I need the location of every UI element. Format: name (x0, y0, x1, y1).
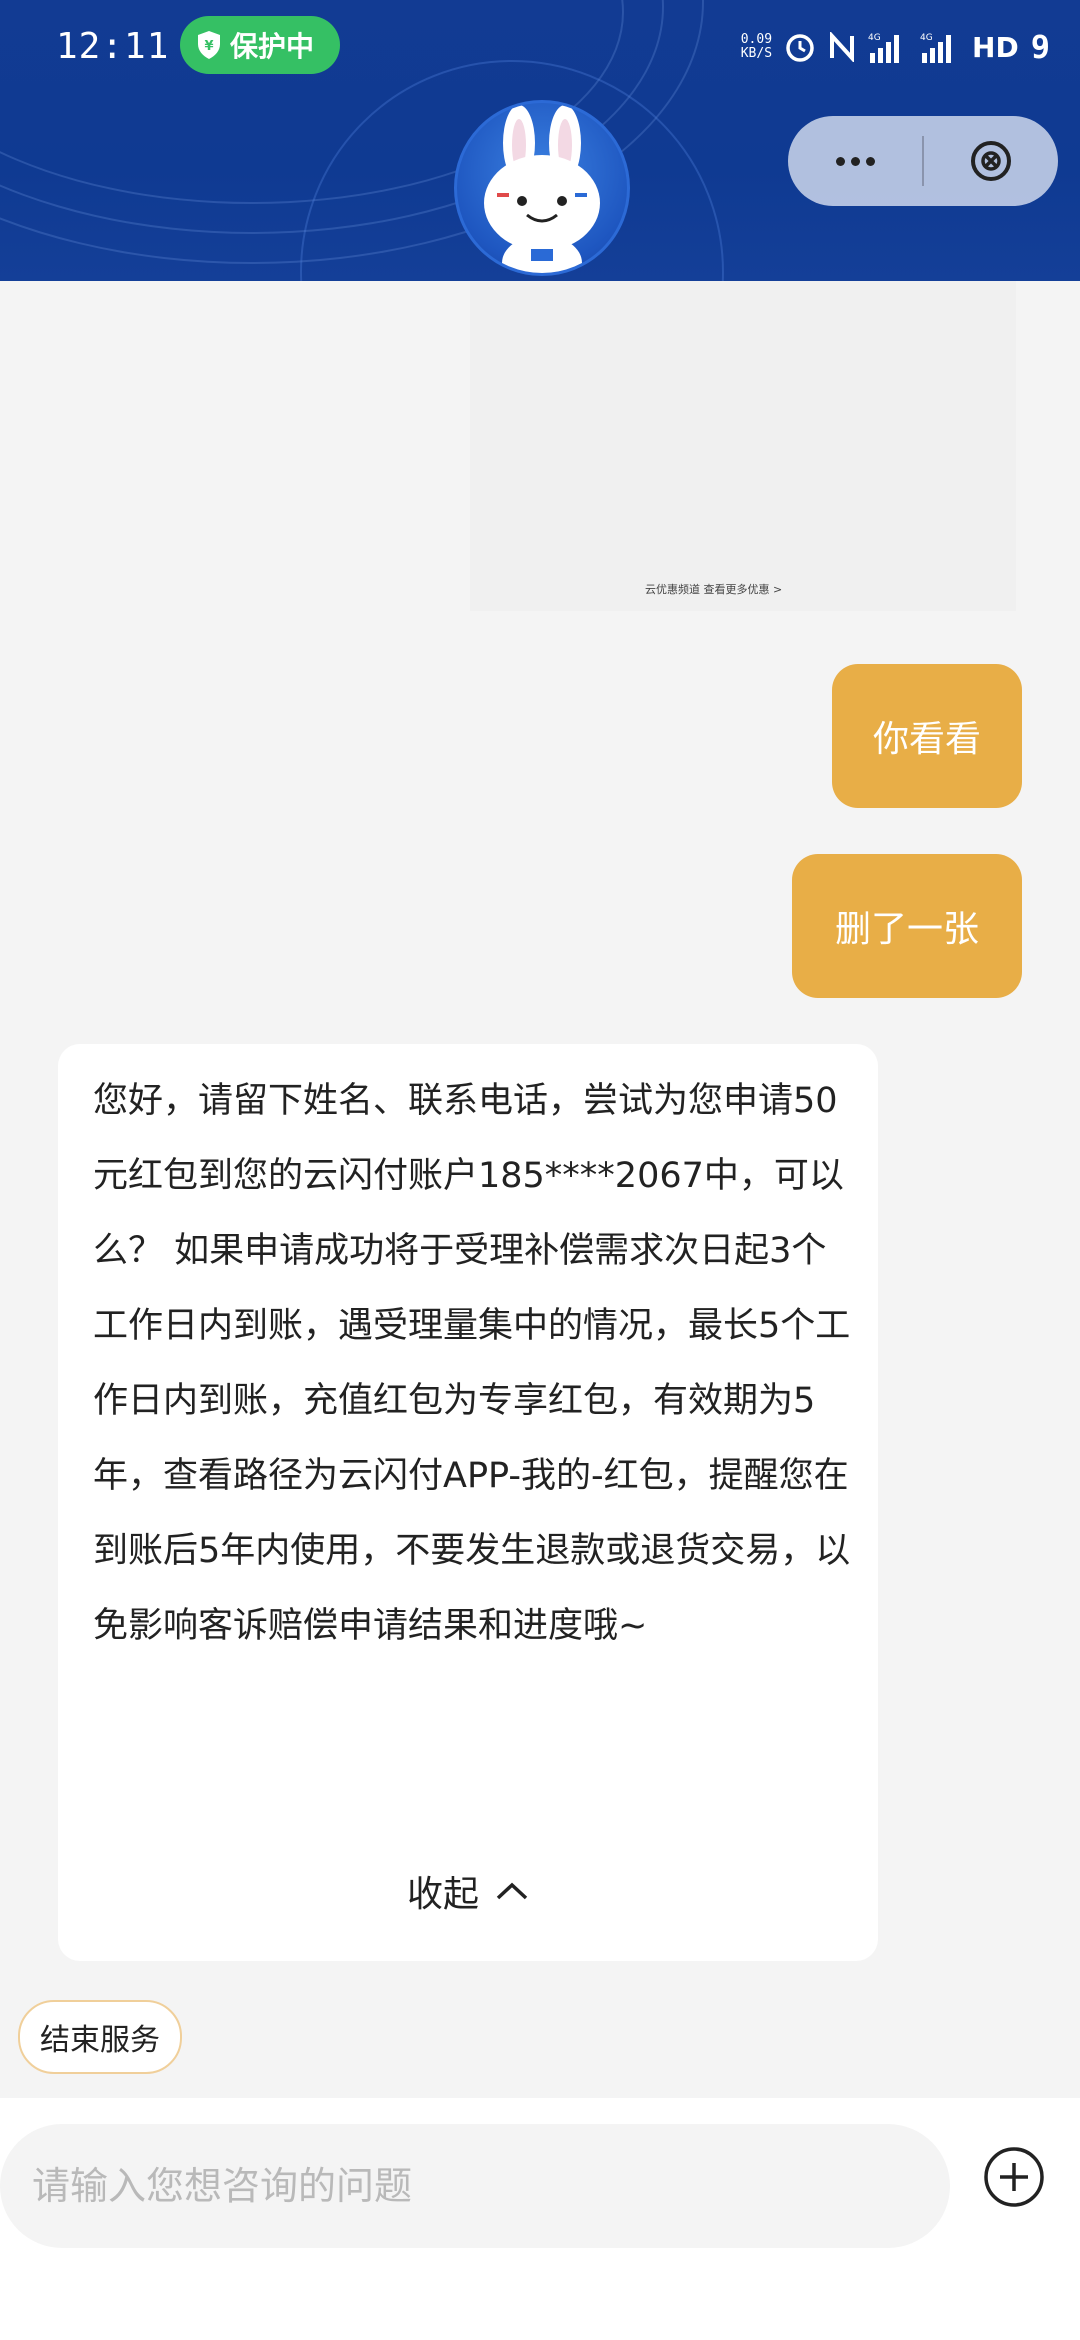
user-message: 你看看 (832, 664, 1022, 808)
assistant-avatar (454, 100, 630, 276)
status-icons: 0.09 KB/S 4G 4G HD 9 (741, 22, 1050, 72)
nfc-icon (830, 32, 855, 62)
add-button[interactable] (982, 2145, 1046, 2209)
assistant-message: 您好，请留下姓名、联系电话，尝试为您申请50元红包到您的云闪付账户185****… (58, 1044, 878, 1961)
battery-level: 9 (1030, 28, 1050, 66)
user-message: 删了一张 (792, 854, 1022, 998)
hd-label: HD (972, 30, 1019, 64)
end-service-label: 结束服务 (40, 2023, 160, 2058)
protect-label: 保护中 (230, 30, 315, 63)
protect-badge[interactable]: ¥ 保护中 (180, 16, 340, 74)
collapse-button[interactable]: 收起 (58, 1856, 878, 1926)
plus-circle-icon (984, 2147, 1044, 2207)
input-bar (0, 2098, 1080, 2340)
mini-program-capsule (788, 116, 1058, 206)
status-time: 12:11 (56, 26, 170, 67)
svg-text:¥: ¥ (204, 39, 213, 54)
question-input[interactable] (0, 2124, 950, 2248)
close-button[interactable] (924, 116, 1058, 206)
promo-card-caption: 云优惠频道 查看更多优惠 > (645, 583, 783, 596)
more-dot (835, 156, 845, 166)
user-message-text: 删了一张 (834, 909, 979, 950)
shield-icon: ¥ (198, 31, 220, 59)
chevron-up-icon (496, 1882, 528, 1900)
net-speed-unit: KB/S (740, 46, 773, 61)
user-message-text: 你看看 (872, 719, 981, 760)
close-circle-icon (971, 141, 1011, 181)
more-button[interactable] (788, 116, 922, 206)
signal-icon: 4G (868, 33, 900, 63)
collapse-label: 收起 (406, 1874, 479, 1915)
svg-text:4G: 4G (920, 33, 933, 43)
alarm-icon (786, 34, 814, 62)
net-speed: 0.09 KB/S (741, 33, 772, 61)
more-dot (865, 156, 875, 166)
header-banner: 12:11 ¥ 保护中 0.09 KB/S 4G 4G HD 9 (0, 0, 1080, 281)
svg-text:4G: 4G (868, 33, 881, 43)
rabbit-mascot-icon (484, 105, 600, 273)
end-service-button[interactable]: 结束服务 (18, 2000, 182, 2074)
promo-card-image[interactable]: 云优惠频道 查看更多优惠 > (470, 281, 1016, 611)
net-speed-value: 0.09 (740, 32, 773, 47)
more-dot (850, 156, 860, 166)
signal-icon-2: 4G (920, 33, 952, 63)
assistant-message-text: 您好，请留下姓名、联系电话，尝试为您申请50元红包到您的云闪付账户185****… (93, 1081, 851, 1646)
